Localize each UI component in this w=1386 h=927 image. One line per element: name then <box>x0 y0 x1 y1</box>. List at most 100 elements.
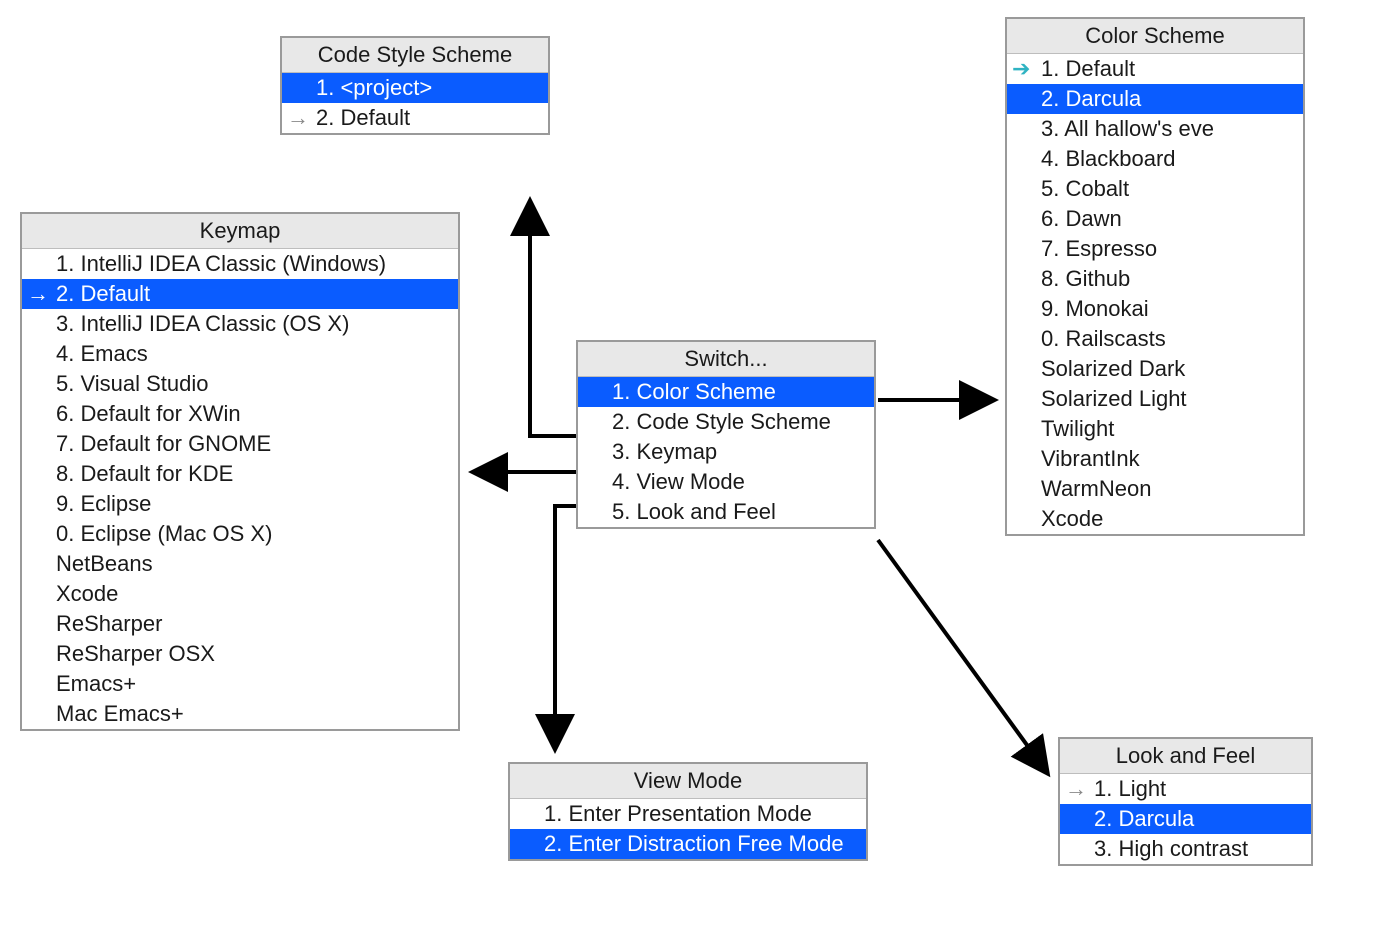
item-label: 1. Light <box>1094 776 1166 802</box>
look-and-feel-item[interactable]: 2. Darcula <box>1060 804 1311 834</box>
keymap-item[interactable]: Mac Emacs+ <box>22 699 458 729</box>
look-and-feel-item[interactable]: → 1. Light <box>1060 774 1311 804</box>
item-label: 2. Enter Distraction Free Mode <box>544 831 844 857</box>
item-label: 2. Default <box>56 281 150 307</box>
color-scheme-item[interactable]: Xcode <box>1007 504 1303 534</box>
item-label: 5. Cobalt <box>1041 176 1129 202</box>
item-label: Twilight <box>1041 416 1114 442</box>
item-label: 7. Default for GNOME <box>56 431 271 457</box>
item-label: Emacs+ <box>56 671 136 697</box>
switch-item-look-and-feel[interactable]: 5. Look and Feel <box>578 497 874 527</box>
view-mode-item[interactable]: 1. Enter Presentation Mode <box>510 799 866 829</box>
item-label: 2. Default <box>316 105 410 131</box>
item-label: 1. Color Scheme <box>612 379 776 405</box>
view-mode-panel: View Mode 1. Enter Presentation Mode 2. … <box>508 762 868 861</box>
keymap-item[interactable]: 6. Default for XWin <box>22 399 458 429</box>
keymap-item[interactable]: 7. Default for GNOME <box>22 429 458 459</box>
item-label: 7. Espresso <box>1041 236 1157 262</box>
color-scheme-item[interactable]: Twilight <box>1007 414 1303 444</box>
item-label: WarmNeon <box>1041 476 1151 502</box>
item-label: 4. Blackboard <box>1041 146 1176 172</box>
keymap-item[interactable]: ReSharper OSX <box>22 639 458 669</box>
keymap-item[interactable]: → 2. Default <box>22 279 458 309</box>
item-label: 3. Keymap <box>612 439 717 465</box>
look-and-feel-item[interactable]: 3. High contrast <box>1060 834 1311 864</box>
item-label: NetBeans <box>56 551 153 577</box>
item-label: 9. Eclipse <box>56 491 151 517</box>
color-scheme-item[interactable]: ➔ 1. Default <box>1007 54 1303 84</box>
item-label: 2. Code Style Scheme <box>612 409 831 435</box>
color-scheme-item[interactable]: 0. Railscasts <box>1007 324 1303 354</box>
switch-panel: Switch... 1. Color Scheme 2. Code Style … <box>576 340 876 529</box>
current-arrow-icon: → <box>287 105 309 131</box>
code-style-scheme-panel: Code Style Scheme 1. <project> → 2. Defau… <box>280 36 550 135</box>
color-scheme-item[interactable]: 3. All hallow's eve <box>1007 114 1303 144</box>
color-scheme-panel: Color Scheme ➔ 1. Default 2. Darcula 3. A… <box>1005 17 1305 536</box>
keymap-item[interactable]: 0. Eclipse (Mac OS X) <box>22 519 458 549</box>
keymap-item[interactable]: Emacs+ <box>22 669 458 699</box>
current-arrow-icon: → <box>27 281 49 307</box>
item-label: 3. IntelliJ IDEA Classic (OS X) <box>56 311 349 337</box>
item-label: 9. Monokai <box>1041 296 1149 322</box>
color-scheme-title: Color Scheme <box>1007 19 1303 54</box>
color-scheme-item[interactable]: Solarized Dark <box>1007 354 1303 384</box>
item-label: 0. Railscasts <box>1041 326 1166 352</box>
color-scheme-item[interactable]: WarmNeon <box>1007 474 1303 504</box>
current-arrow-icon: → <box>1065 776 1087 802</box>
item-label: 2. Darcula <box>1041 86 1141 112</box>
keymap-title: Keymap <box>22 214 458 249</box>
code-style-scheme-title: Code Style Scheme <box>282 38 548 73</box>
item-label: 3. High contrast <box>1094 836 1248 862</box>
color-scheme-item[interactable]: 9. Monokai <box>1007 294 1303 324</box>
switch-title: Switch... <box>578 342 874 377</box>
switch-item-keymap[interactable]: 3. Keymap <box>578 437 874 467</box>
item-label: 8. Default for KDE <box>56 461 233 487</box>
keymap-item[interactable]: 4. Emacs <box>22 339 458 369</box>
item-label: 3. All hallow's eve <box>1041 116 1214 142</box>
keymap-item[interactable]: 5. Visual Studio <box>22 369 458 399</box>
item-label: 1. Default <box>1041 56 1135 82</box>
keymap-item[interactable]: ReSharper <box>22 609 458 639</box>
item-label: 4. Emacs <box>56 341 148 367</box>
item-label: 0. Eclipse (Mac OS X) <box>56 521 272 547</box>
item-label: 4. View Mode <box>612 469 745 495</box>
item-label: ReSharper OSX <box>56 641 215 667</box>
item-label: VibrantInk <box>1041 446 1140 472</box>
color-scheme-item[interactable]: Solarized Light <box>1007 384 1303 414</box>
item-label: 1. IntelliJ IDEA Classic (Windows) <box>56 251 386 277</box>
switch-item-view-mode[interactable]: 4. View Mode <box>578 467 874 497</box>
keymap-item[interactable]: NetBeans <box>22 549 458 579</box>
keymap-item[interactable]: 1. IntelliJ IDEA Classic (Windows) <box>22 249 458 279</box>
look-and-feel-panel: Look and Feel → 1. Light 2. Darcula 3. Hi… <box>1058 737 1313 866</box>
keymap-panel: Keymap 1. IntelliJ IDEA Classic (Windows… <box>20 212 460 731</box>
item-label: 8. Github <box>1041 266 1130 292</box>
item-label: Solarized Dark <box>1041 356 1185 382</box>
switch-item-color-scheme[interactable]: 1. Color Scheme <box>578 377 874 407</box>
color-scheme-item[interactable]: 2. Darcula <box>1007 84 1303 114</box>
color-scheme-item[interactable]: 7. Espresso <box>1007 234 1303 264</box>
item-label: Xcode <box>1041 506 1103 532</box>
view-mode-item[interactable]: 2. Enter Distraction Free Mode <box>510 829 866 859</box>
code-style-scheme-item[interactable]: → 2. Default <box>282 103 548 133</box>
keymap-item[interactable]: 3. IntelliJ IDEA Classic (OS X) <box>22 309 458 339</box>
color-scheme-item[interactable]: VibrantInk <box>1007 444 1303 474</box>
item-label: Mac Emacs+ <box>56 701 184 727</box>
color-scheme-item[interactable]: 4. Blackboard <box>1007 144 1303 174</box>
switch-item-code-style-scheme[interactable]: 2. Code Style Scheme <box>578 407 874 437</box>
color-scheme-item[interactable]: 5. Cobalt <box>1007 174 1303 204</box>
item-label: 6. Dawn <box>1041 206 1122 232</box>
keymap-item[interactable]: 9. Eclipse <box>22 489 458 519</box>
keymap-item[interactable]: Xcode <box>22 579 458 609</box>
item-label: 5. Look and Feel <box>612 499 776 525</box>
current-arrow-icon: ➔ <box>1012 56 1030 82</box>
code-style-scheme-item[interactable]: 1. <project> <box>282 73 548 103</box>
item-label: 1. <project> <box>316 75 432 101</box>
item-label: 6. Default for XWin <box>56 401 241 427</box>
item-label: Solarized Light <box>1041 386 1187 412</box>
color-scheme-item[interactable]: 8. Github <box>1007 264 1303 294</box>
item-label: ReSharper <box>56 611 162 637</box>
look-and-feel-title: Look and Feel <box>1060 739 1311 774</box>
color-scheme-item[interactable]: 6. Dawn <box>1007 204 1303 234</box>
item-label: 1. Enter Presentation Mode <box>544 801 812 827</box>
keymap-item[interactable]: 8. Default for KDE <box>22 459 458 489</box>
